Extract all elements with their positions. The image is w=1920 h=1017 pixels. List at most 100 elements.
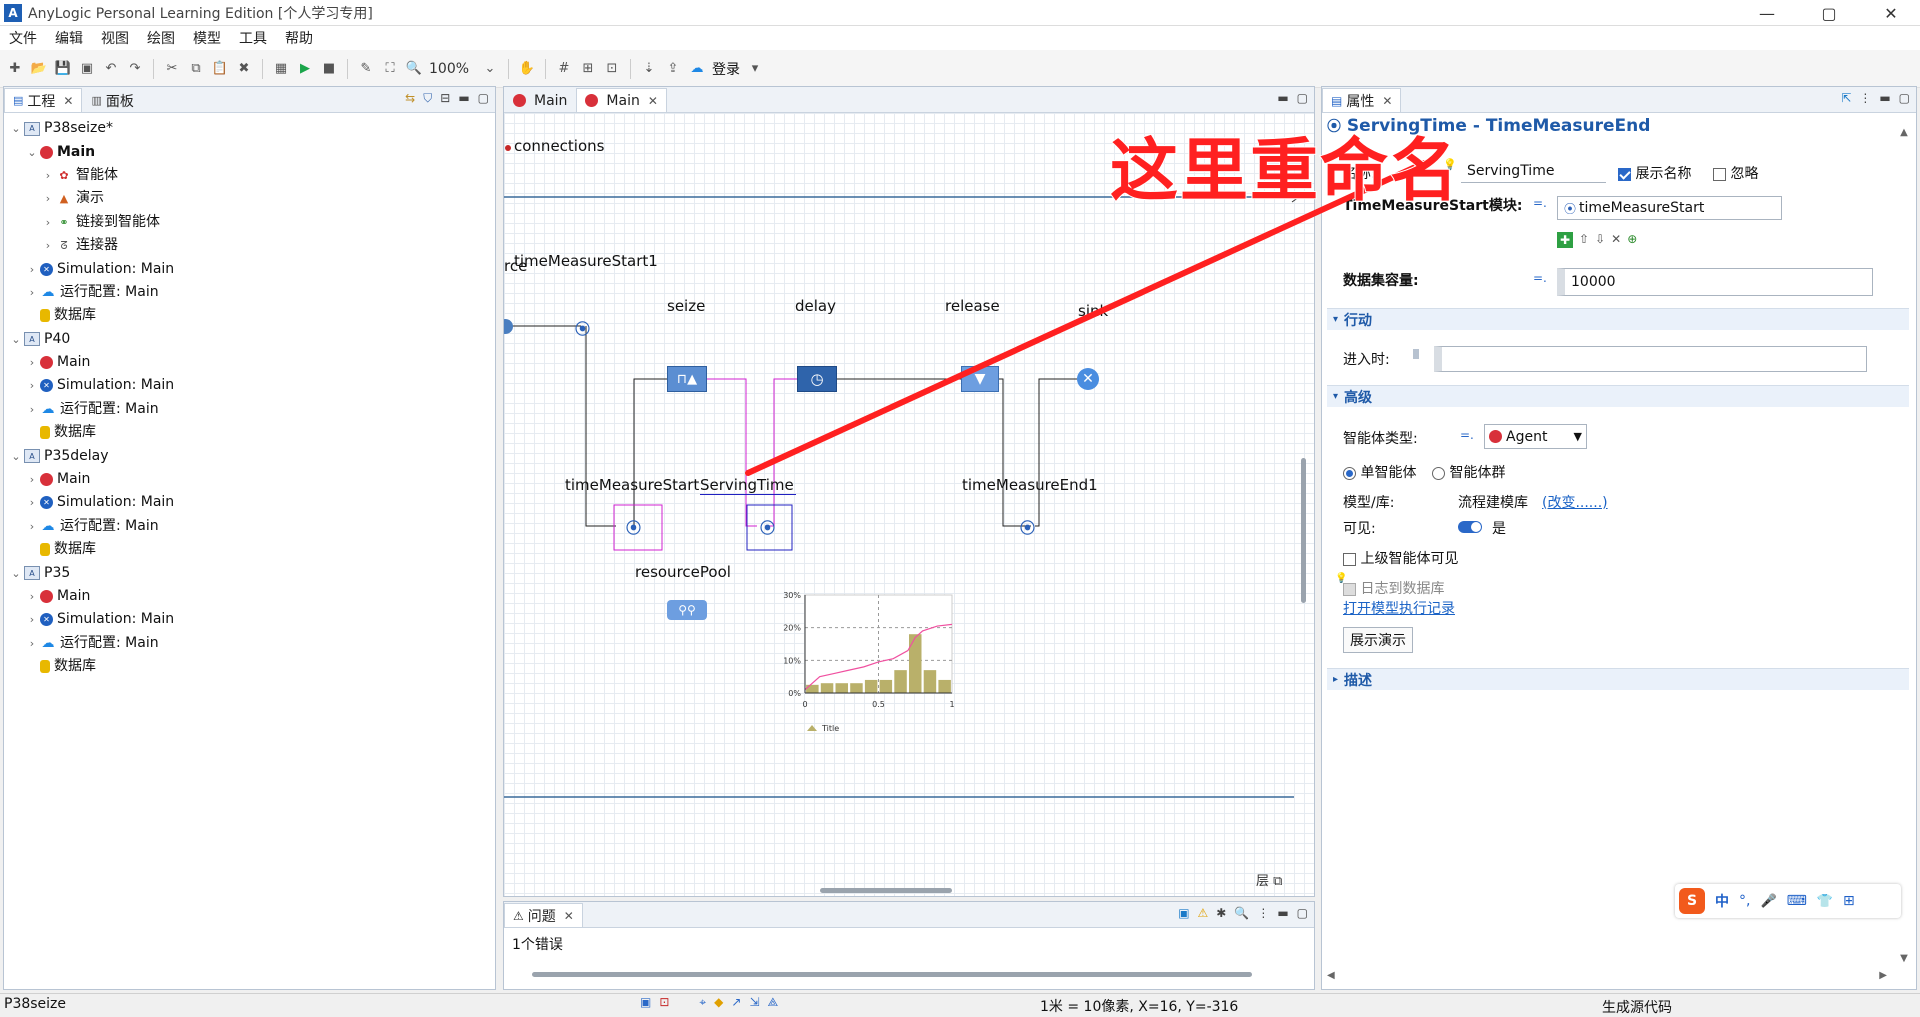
tab-main-2[interactable]: Main ✕ <box>576 88 667 112</box>
chevron-right-icon[interactable]: › <box>40 164 56 187</box>
menu-edit[interactable]: 编辑 <box>46 28 92 48</box>
minimize-panel-icon[interactable]: ▬ <box>1277 91 1288 105</box>
ignore-check[interactable] <box>1713 167 1726 181</box>
agent-type-select[interactable]: Agent ▼ <box>1484 424 1587 449</box>
status-export-icon[interactable]: ⊡ <box>659 995 669 1010</box>
select-icon[interactable]: ⊕ <box>1627 232 1637 248</box>
tree-item[interactable]: 数据库 <box>4 304 495 327</box>
maximize-button[interactable]: ▢ <box>1806 0 1852 26</box>
section-action[interactable]: ▾ 行动 <box>1327 308 1909 330</box>
problems-scrollbar[interactable] <box>532 972 1252 977</box>
maximize-panel-icon[interactable]: ▢ <box>1297 91 1308 105</box>
status-window-icon[interactable]: ▣ <box>640 995 651 1010</box>
start-module-field[interactable]: ⦿ timeMeasureStart <box>1557 196 1782 220</box>
on-enter-field[interactable] <box>1434 346 1867 372</box>
time-measure-start1-icon[interactable]: ⦿ <box>575 318 593 338</box>
tree-item[interactable]: › ✿ 智能体 <box>4 164 495 187</box>
chevron-right-icon[interactable]: › <box>40 187 56 210</box>
wand-icon[interactable]: ✎ <box>357 60 375 78</box>
run-icon[interactable]: ▶ <box>296 60 314 78</box>
menu-model[interactable]: 模型 <box>184 28 230 48</box>
close-icon[interactable]: ✕ <box>1382 94 1392 108</box>
menu-draw[interactable]: 绘图 <box>138 28 184 48</box>
upper-visible-checkbox[interactable]: 上级智能体可见 <box>1343 548 1458 568</box>
ime-chinese-mode[interactable]: 中 <box>1715 891 1729 911</box>
sogou-logo-icon[interactable]: S <box>1679 888 1705 914</box>
chevron-right-icon[interactable]: › <box>24 608 40 631</box>
show-name-checkbox[interactable]: 展示名称 <box>1618 163 1691 183</box>
properties-hscroll[interactable]: ◀ ▶ <box>1327 970 1887 981</box>
tree-item[interactable]: › Main <box>4 468 495 491</box>
change-link[interactable]: (改变......) <box>1542 492 1608 512</box>
export-icon[interactable]: ⇪ <box>664 60 682 78</box>
time-measure-start-icon[interactable]: ⦿ <box>626 517 641 538</box>
tree-item[interactable]: › ✕ Simulation: Main <box>4 374 495 397</box>
status-measure-icon[interactable]: ⟁ <box>768 995 779 1010</box>
delete-icon[interactable]: ✖ <box>235 60 253 78</box>
info-icon[interactable]: ✱ <box>1216 906 1226 920</box>
zoom-fit-icon[interactable]: ⛶ <box>381 60 399 78</box>
tree-item[interactable]: › ▲ 演示 <box>4 187 495 210</box>
minimize-panel-icon[interactable]: ▬ <box>1277 906 1288 920</box>
show-demo-button[interactable]: 展示演示 <box>1343 627 1413 653</box>
chevron-right-icon[interactable]: › <box>24 351 40 374</box>
population-radio[interactable]: 智能体群 <box>1432 462 1505 482</box>
new-icon[interactable]: ✚ <box>6 60 24 78</box>
tree-item[interactable]: › ☁ 运行配置: Main <box>4 398 495 421</box>
chevron-right-icon[interactable]: › <box>24 491 40 514</box>
login-button[interactable]: 登录 <box>712 59 740 79</box>
tree-item[interactable]: › ᘔ 连接器 <box>4 234 495 257</box>
tab-problems[interactable]: ⚠ 问题 ✕ <box>504 903 583 927</box>
tree-item[interactable]: › ✕ Simulation: Main <box>4 257 495 280</box>
tree-item[interactable]: ⌄ A P38seize* <box>4 117 495 140</box>
close-icon[interactable]: ✕ <box>63 94 73 108</box>
status-select-icon[interactable]: ⌖ <box>699 995 706 1010</box>
move-down-icon[interactable]: ⇩ <box>1595 232 1605 248</box>
build-icon[interactable]: ▦ <box>272 60 290 78</box>
close-icon[interactable]: ✕ <box>648 94 658 108</box>
show-name-check[interactable] <box>1618 167 1631 181</box>
add-icon[interactable]: ✚ <box>1557 232 1573 248</box>
link-editor-icon[interactable]: ⇆ <box>405 91 415 106</box>
visible-toggle[interactable] <box>1458 521 1482 533</box>
histogram-chart[interactable]: 0% 10% 20% 30% 0 0.5 1 Title <box>769 589 989 754</box>
keyboard-icon[interactable]: ⌨ <box>1787 893 1807 909</box>
status-connect-icon[interactable]: ↗ <box>731 995 741 1010</box>
group-icon[interactable]: ⊡ <box>603 60 621 78</box>
close-icon[interactable]: ✕ <box>564 909 574 923</box>
redo-icon[interactable]: ↷ <box>126 60 144 78</box>
maximize-panel-icon[interactable]: ▢ <box>1297 906 1308 920</box>
tree-item[interactable]: › ✕ Simulation: Main <box>4 608 495 631</box>
chevron-right-icon[interactable]: › <box>24 398 40 421</box>
tree-item[interactable]: › ☁ 运行配置: Main <box>4 515 495 538</box>
time-measure-end1-icon[interactable]: ⦿ <box>1020 517 1035 538</box>
sink-block-icon[interactable]: ✕ <box>1077 368 1099 390</box>
login-dropdown-icon[interactable]: ▾ <box>746 60 764 78</box>
population-radio-dot[interactable] <box>1432 466 1445 480</box>
chevron-right-icon[interactable]: › <box>24 258 40 281</box>
menu-help[interactable]: 帮助 <box>276 28 322 48</box>
more-icon[interactable]: ⋮ <box>1257 906 1269 920</box>
chevron-right-icon[interactable]: › <box>24 374 40 397</box>
tree-item[interactable]: › ✕ Simulation: Main <box>4 491 495 514</box>
tree-item[interactable]: ⌄ A P40 <box>4 328 495 351</box>
tree-item[interactable]: ⌄ A P35 <box>4 561 495 584</box>
microphone-icon[interactable]: 🎤 <box>1760 894 1776 909</box>
tree-item[interactable]: › ☁ 运行配置: Main <box>4 281 495 304</box>
tab-project[interactable]: ▤ 工程 ✕ <box>4 88 83 112</box>
remove-icon[interactable]: ✕ <box>1611 232 1621 248</box>
layers-button[interactable]: 层 ⧉ <box>1256 870 1282 889</box>
status-shapes-icon[interactable]: ◆ <box>714 995 723 1010</box>
chevron-right-icon[interactable]: › <box>24 515 40 538</box>
filter-icon[interactable]: ⛉ <box>423 91 432 106</box>
upper-visible-check[interactable] <box>1343 552 1356 566</box>
cloud-icon[interactable]: ☁ <box>688 60 706 78</box>
delay-block-icon[interactable]: ◷ <box>797 366 837 392</box>
open-icon[interactable]: 📂 <box>30 60 48 78</box>
chevron-down-icon[interactable]: ⌄ <box>8 328 24 351</box>
dataset-field[interactable]: 10000 <box>1557 268 1873 296</box>
tree-item[interactable]: › ⚭ 链接到智能体 <box>4 211 495 234</box>
collapse-icon[interactable]: ⊟ <box>440 91 450 106</box>
save-icon[interactable]: 💾 <box>54 60 72 78</box>
toolbox-icon[interactable]: ⊞ <box>1843 893 1855 909</box>
